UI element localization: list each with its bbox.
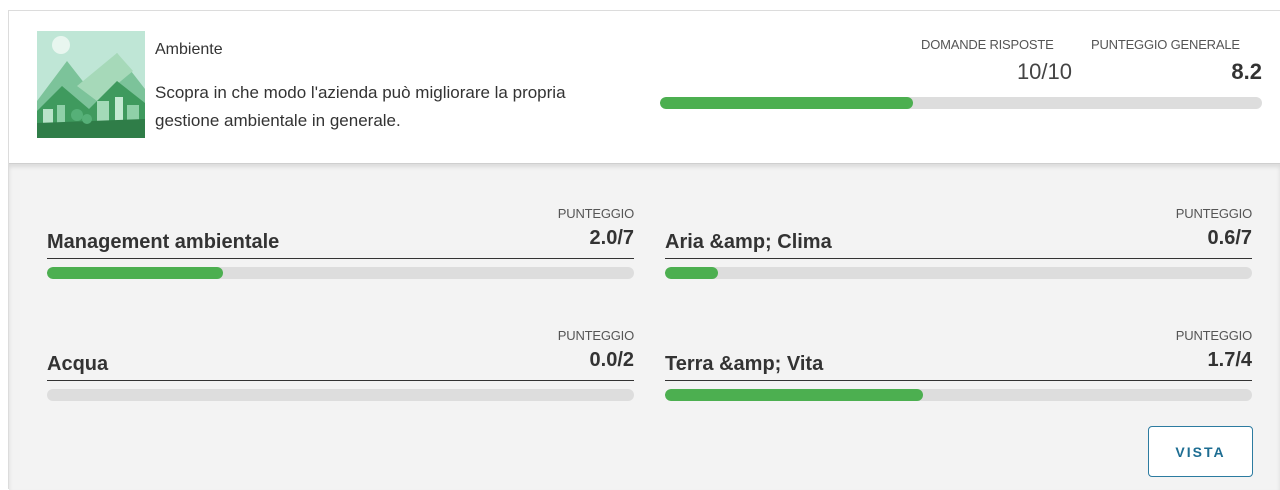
category-breakdown: PUNTEGGIO Management ambientale 2.0/7 PU… [9,163,1280,490]
score-label: PUNTEGGIO [1175,328,1252,343]
category-title: Ambiente [155,41,223,58]
divider [665,258,1252,259]
category-progress-bar [47,389,634,401]
category-card: Ambiente Scopra in che modo l'azienda pu… [8,10,1280,490]
overall-progress-bar [660,97,1262,109]
card-header: Ambiente Scopra in che modo l'azienda pu… [9,11,1280,163]
overall-score-value: 8.2 [1231,59,1262,84]
category-progress-fill [665,389,924,401]
category-name: Terra &amp; Vita [665,353,824,375]
overall-progress-fill [660,97,913,109]
category-progress-fill [47,267,224,279]
questions-answered-label: DOMANDE RISPOSTE [921,37,1054,52]
score-label: PUNTEGGIO [557,328,634,343]
category-name: Aria &amp; Clima [665,231,832,253]
category-progress-bar [665,267,1252,279]
category-item: PUNTEGGIO Aria &amp; Clima 0.6/7 [665,206,1252,286]
divider [665,380,1252,381]
view-button[interactable]: VISTA [1148,426,1253,477]
category-progress-bar [665,389,1252,401]
category-score: 0.6/7 [1207,227,1252,249]
category-score: 2.0/7 [589,227,634,249]
divider [47,258,634,259]
questions-answered-value: 10/10 [1016,59,1072,84]
score-label: PUNTEGGIO [1175,206,1252,221]
score-label: PUNTEGGIO [557,206,634,221]
category-progress-bar [47,267,634,279]
category-item: PUNTEGGIO Management ambientale 2.0/7 [47,206,634,286]
overall-score-label: PUNTEGGIO GENERALE [1091,37,1240,52]
divider [47,380,634,381]
category-item: PUNTEGGIO Acqua 0.0/2 [47,328,634,408]
category-item: PUNTEGGIO Terra &amp; Vita 1.7/4 [665,328,1252,408]
category-score: 1.7/4 [1207,349,1252,371]
category-name: Acqua [47,353,109,375]
category-name: Management ambientale [47,231,280,253]
landscape-illustration-icon [37,31,145,138]
category-progress-fill [665,267,718,279]
category-score: 0.0/2 [589,349,634,371]
category-description: Scopra in che modo l'azienda può miglior… [155,83,566,130]
